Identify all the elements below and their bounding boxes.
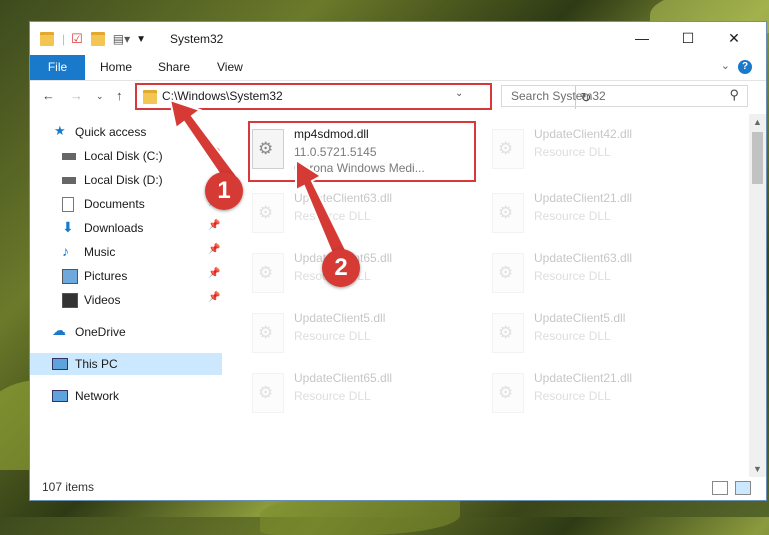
arrow-1: [168, 98, 239, 184]
annotation-arrows: [168, 98, 348, 260]
arrow-2: [295, 158, 348, 260]
step-badge-1: 1: [205, 172, 243, 210]
step-badge-2: 2: [322, 249, 360, 287]
